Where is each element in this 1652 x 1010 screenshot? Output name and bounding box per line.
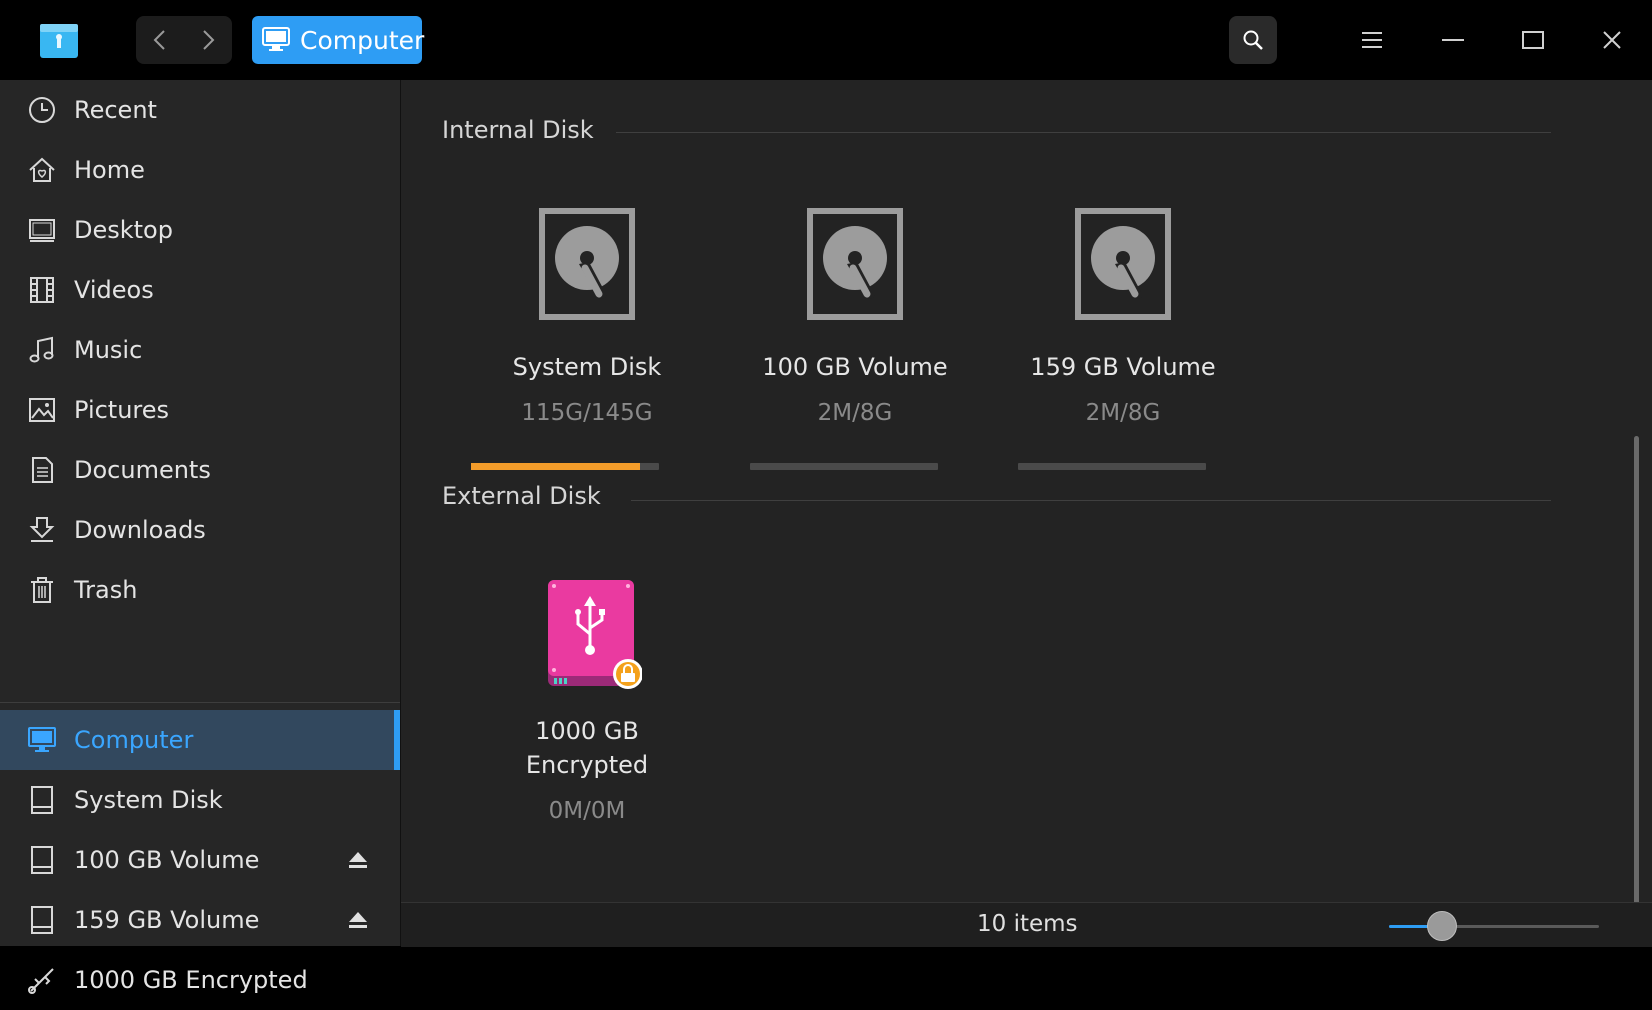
monitor-icon [262, 27, 290, 53]
hard-disk-icon [807, 208, 903, 320]
usage-bar [1018, 463, 1206, 470]
sidebar-item-recent[interactable]: Recent [0, 80, 400, 140]
maximize-icon [1522, 31, 1544, 49]
disk-name: System Disk [512, 353, 662, 381]
disk-usage: 2M/8G [1085, 400, 1161, 426]
clock-icon [26, 94, 58, 126]
sidebar-divider [0, 702, 400, 703]
back-button[interactable] [136, 16, 184, 64]
breadcrumb-label: Computer [300, 25, 425, 55]
sidebar-item-label: Videos [74, 276, 154, 304]
document-icon [26, 454, 58, 486]
usage-bar [750, 463, 938, 470]
vertical-scrollbar[interactable] [1634, 436, 1639, 906]
sidebar-item-system-disk[interactable]: System Disk [0, 770, 400, 830]
maximize-button[interactable] [1509, 16, 1557, 64]
section-divider [616, 132, 1551, 133]
sidebar-item-label: Recent [74, 96, 157, 124]
disk-usage: 2M/8G [817, 400, 893, 426]
disk-icon [26, 904, 58, 936]
disk-usage: 115G/145G [521, 400, 653, 426]
sidebar-item-100gb-volume[interactable]: 100 GB Volume [0, 830, 400, 890]
minimize-icon [1442, 39, 1464, 41]
usb-icon [26, 964, 58, 996]
hard-disk-icon [539, 208, 635, 320]
hard-disk-icon [1075, 208, 1171, 320]
sidebar-item-label: Home [74, 156, 145, 184]
menu-button[interactable] [1348, 16, 1396, 64]
trash-icon [26, 574, 58, 606]
search-button[interactable] [1229, 16, 1277, 64]
menu-icon [1362, 32, 1382, 48]
disk-usage: 0M/0M [548, 798, 626, 824]
sidebar-item-label: Desktop [74, 216, 173, 244]
music-icon [26, 334, 58, 366]
sidebar-item-label: 1000 GB Encrypted [74, 966, 308, 994]
sidebar-item-159gb-volume[interactable]: 159 GB Volume [0, 890, 400, 950]
item-count: 10 items [977, 911, 1078, 937]
picture-icon [26, 394, 58, 426]
sidebar-item-pictures[interactable]: Pictures [0, 380, 400, 440]
main-content: Internal Disk System Disk 115G/145G 100 … [401, 80, 1652, 947]
disk-icon [26, 844, 58, 876]
disk-icon [26, 784, 58, 816]
sidebar-item-1000gb-encrypted[interactable]: 1000 GB Encrypted [0, 950, 400, 1010]
desktop-icon [26, 214, 58, 246]
disk-name: 100 GB Volume [762, 353, 948, 381]
disk-name: 159 GB Volume [1030, 353, 1216, 381]
breadcrumb-computer[interactable]: Computer [252, 16, 425, 64]
disk-item-1000gb-encrypted[interactable]: 1000 GB Encrypted 0M/0M [477, 578, 697, 824]
zoom-slider-handle[interactable] [1426, 911, 1457, 941]
usage-bar-fill [471, 463, 641, 470]
sidebar-item-home[interactable]: Home [0, 140, 400, 200]
sidebar-item-videos[interactable]: Videos [0, 260, 400, 320]
sidebar-item-trash[interactable]: Trash [0, 560, 400, 620]
search-icon [1243, 30, 1263, 50]
sidebar-item-label: System Disk [74, 786, 223, 814]
disk-name: 1000 GB Encrypted [525, 717, 649, 779]
sidebar: Recent Home Desktop Videos Music Picture… [0, 80, 401, 994]
section-divider [631, 500, 1551, 501]
computer-icon [26, 724, 58, 756]
minimize-button[interactable] [1429, 16, 1477, 64]
close-icon [1603, 31, 1621, 49]
app-logo-icon[interactable] [38, 18, 82, 62]
navigation-group [136, 16, 232, 64]
sidebar-item-label: 100 GB Volume [74, 846, 260, 874]
disk-item-system-disk[interactable]: System Disk 115G/145G [477, 208, 697, 426]
status-bar: 10 items [401, 902, 1652, 947]
sidebar-item-desktop[interactable]: Desktop [0, 200, 400, 260]
eject-icon[interactable] [346, 848, 370, 872]
sidebar-item-label: Music [74, 336, 143, 364]
disk-item-159gb-volume[interactable]: 159 GB Volume 2M/8G [1013, 208, 1233, 426]
sidebar-item-music[interactable]: Music [0, 320, 400, 380]
eject-icon[interactable] [346, 908, 370, 932]
sidebar-item-label: Documents [74, 456, 211, 484]
sidebar-item-computer[interactable]: Computer [0, 710, 400, 770]
sidebar-item-downloads[interactable]: Downloads [0, 500, 400, 560]
forward-button[interactable] [184, 16, 232, 64]
external-disk-heading: External Disk [442, 482, 601, 510]
title-bar: Computer [0, 0, 1652, 80]
sidebar-item-documents[interactable]: Documents [0, 440, 400, 500]
sidebar-item-label: 159 GB Volume [74, 906, 260, 934]
sidebar-item-label: Pictures [74, 396, 170, 424]
sidebar-item-label: Downloads [74, 516, 206, 544]
forward-icon [203, 30, 215, 50]
film-icon [26, 274, 58, 306]
sidebar-item-label: Trash [74, 576, 138, 604]
home-icon [26, 154, 58, 186]
internal-disk-heading: Internal Disk [442, 116, 594, 144]
sidebar-item-label: Computer [74, 726, 194, 754]
download-icon [26, 514, 58, 546]
back-icon [153, 30, 165, 50]
usb-drive-icon [548, 580, 643, 689]
usage-bar [471, 463, 659, 470]
disk-item-100gb-volume[interactable]: 100 GB Volume 2M/8G [745, 208, 965, 426]
close-button[interactable] [1588, 16, 1636, 64]
